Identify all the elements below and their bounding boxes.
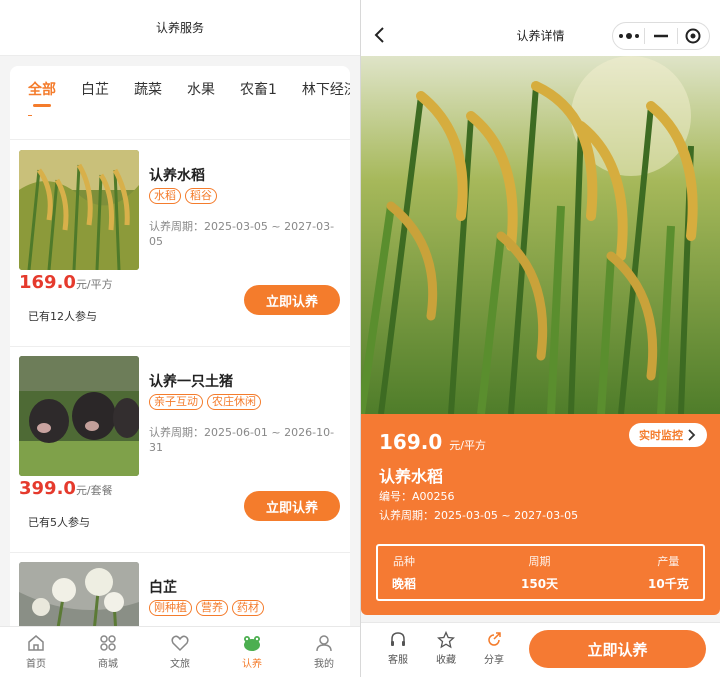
tag: 农庄休闲 [207, 394, 261, 410]
nav-label: 我的 [314, 659, 334, 670]
minimize-icon[interactable] [645, 22, 676, 50]
detail-action-bar: 客服 收藏 分享 立即认养 [361, 622, 720, 677]
detail-price: 169.0 元/平方 [379, 430, 486, 454]
live-monitor-button[interactable]: 实时监控 [629, 423, 707, 447]
star-icon [437, 631, 455, 649]
bottom-nav: 首页 商城 文旅 认养 我的 [0, 626, 360, 677]
adoption-list-screen: 认养服务 全部 白芷 蔬菜 水果 农畜1 林下经济 [0, 0, 360, 677]
price-value: 399.0 [19, 478, 76, 499]
adopt-button[interactable]: 立即认养 [244, 285, 340, 315]
price-unit: 元/平方 [75, 278, 113, 291]
price-value: 169.0 [379, 430, 443, 454]
rice-hero-image [361, 56, 720, 414]
tag: 营养 [196, 600, 228, 616]
spec-box: 品种 晚稻 周期 150天 产量 10千克 [376, 544, 705, 601]
monitor-label: 实时监控 [639, 430, 683, 442]
adopt-now-button[interactable]: 立即认养 [529, 630, 706, 668]
tab-fruit[interactable]: 水果 [187, 66, 215, 139]
card-title: 认养水稻 [149, 168, 205, 184]
price-value: 169.0 [19, 272, 76, 293]
price-unit: 元/套餐 [75, 484, 113, 497]
mini-program-capsule [612, 22, 710, 50]
nav-adopt[interactable]: 认养 [216, 627, 288, 677]
tag: 药材 [232, 600, 264, 616]
tag-list: 水稻 稻谷 [149, 188, 217, 204]
product-name: 认养水稻 [379, 467, 444, 486]
more-icon[interactable] [613, 22, 644, 50]
tab-vegetables[interactable]: 蔬菜 [134, 66, 162, 139]
nav-mine[interactable]: 我的 [288, 627, 360, 677]
share-button[interactable]: 分享 [474, 631, 514, 666]
price-unit: 元/平方 [449, 439, 486, 452]
participant-count: 已有12人参与 [28, 310, 97, 323]
tag: 稻谷 [185, 188, 217, 204]
close-target-icon[interactable] [678, 22, 709, 50]
customer-service-button[interactable]: 客服 [378, 631, 418, 666]
list-item[interactable]: 认养水稻 水稻 稻谷 认养周期：2025-03-05 ~ 2027-03-05 … [10, 141, 350, 347]
adoption-detail-screen: 认养详情 169.0 元/平方 实时监控 认养水稻 编号：A00256 认养周期… [361, 0, 720, 677]
page-title: 认养服务 [0, 0, 360, 56]
participant-count: 已有5人参与 [28, 516, 90, 529]
nav-label: 认养 [242, 659, 262, 670]
spec-cycle: 周期 150天 [521, 555, 559, 591]
nav-label: 文旅 [170, 659, 190, 670]
nav-home[interactable]: 首页 [0, 627, 72, 677]
user-icon [316, 635, 332, 652]
grid-icon [100, 635, 116, 651]
spec-yield: 产量 10千克 [648, 555, 689, 591]
list-item[interactable]: 认养一只土猪 亲子互动 农庄休闲 认养周期：2025-06-01 ~ 2026-… [10, 347, 350, 553]
card-title: 白芷 [149, 580, 177, 596]
rice-image [19, 150, 139, 270]
tag: 亲子互动 [149, 394, 203, 410]
share-icon [488, 632, 501, 646]
spec-variety: 品种 晚稻 [392, 555, 417, 591]
detail-header: 认养详情 [361, 0, 720, 56]
price: 169.0元/平方 [19, 272, 113, 293]
home-icon [28, 635, 44, 651]
tag: 刚种植 [149, 600, 192, 616]
adoption-period: 认养周期：2025-06-01 ~ 2026-10-31 [149, 426, 335, 454]
favorite-button[interactable]: 收藏 [426, 631, 466, 666]
headset-icon [391, 632, 405, 646]
nav-tourism[interactable]: 文旅 [144, 627, 216, 677]
list-item[interactable]: 白芷 刚种植 营养 药材 [10, 553, 350, 626]
chevron-right-icon [688, 429, 696, 441]
heart-icon [171, 635, 189, 652]
card-title: 认养一只土猪 [149, 374, 233, 390]
tab-baizhi[interactable]: 白芷 [81, 66, 109, 139]
adoption-period: 认养周期：2025-03-05 ~ 2027-03-05 [379, 509, 579, 522]
tab-livestock[interactable]: 农畜1 [240, 66, 277, 139]
nav-label: 商城 [98, 659, 118, 670]
category-tabs: 全部 白芷 蔬菜 水果 农畜1 林下经济 [10, 66, 350, 140]
tag: 水稻 [149, 188, 181, 204]
tag-list: 亲子互动 农庄休闲 [149, 394, 261, 410]
baizhi-image [19, 562, 139, 626]
adoption-period: 认养周期：2025-03-05 ~ 2027-03-05 [149, 220, 335, 248]
product-code: 编号：A00256 [379, 490, 455, 503]
frog-icon [244, 636, 260, 651]
price: 399.0元/套餐 [19, 478, 113, 499]
tab-all[interactable]: 全部 [28, 66, 56, 139]
product-info-card: 169.0 元/平方 实时监控 认养水稻 编号：A00256 认养周期：2025… [361, 414, 720, 615]
adopt-button[interactable]: 立即认养 [244, 491, 340, 521]
list-panel: 全部 白芷 蔬菜 水果 农畜1 林下经济 认养水稻 [10, 66, 350, 626]
screens: 认养服务 全部 白芷 蔬菜 水果 农畜1 林下经济 [0, 0, 720, 677]
nav-mall[interactable]: 商城 [72, 627, 144, 677]
tab-forest-economy[interactable]: 林下经济 [302, 66, 350, 139]
tag-list: 刚种植 营养 药材 [149, 600, 264, 616]
nav-label: 首页 [26, 659, 46, 670]
pig-image [19, 356, 139, 476]
